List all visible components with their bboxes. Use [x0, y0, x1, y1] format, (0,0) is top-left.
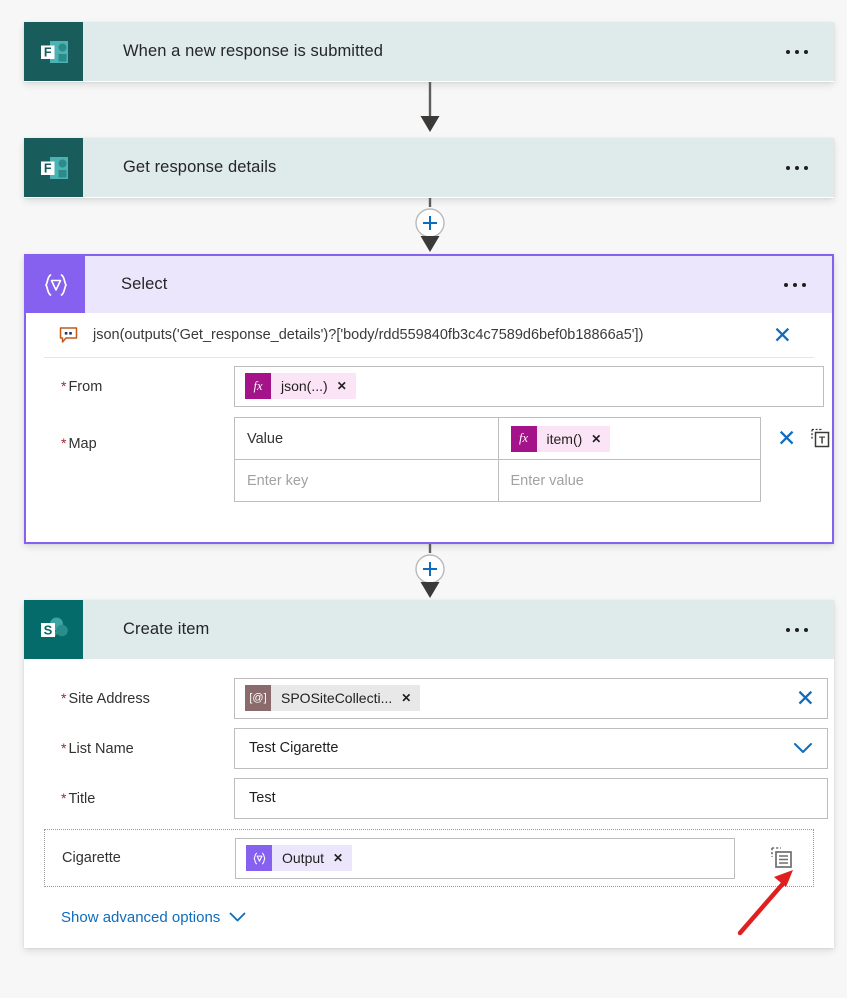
from-row: From fx json(...) ✕	[44, 358, 824, 414]
map-value-token-label: item()	[546, 430, 583, 447]
remove-site-address-token-button[interactable]: ✕	[401, 691, 411, 705]
flow-step-select[interactable]: Select json(outputs('Get_response_detail…	[24, 254, 834, 544]
connector-arrow-2	[415, 198, 445, 252]
switch-to-array-input-icon[interactable]	[769, 845, 795, 871]
map-label: Map	[44, 417, 234, 452]
cigarette-input[interactable]: Output ✕	[235, 837, 735, 879]
map-value-placeholder: Enter value	[510, 472, 584, 489]
select-output-icon	[246, 845, 272, 871]
cigarette-label: Cigarette	[62, 850, 121, 866]
microsoft-forms-icon: F	[24, 138, 83, 197]
map-key-cell[interactable]: Value	[235, 418, 498, 459]
map-key-placeholder: Enter key	[247, 472, 309, 489]
flow-step-get-response-details[interactable]: F Get response details	[24, 138, 834, 198]
map-key-cell-empty[interactable]: Enter key	[235, 460, 498, 501]
step-title: Get response details	[123, 158, 277, 176]
flow-step-trigger[interactable]: F When a new response is submitted	[24, 22, 834, 82]
create-item-card-body: Site Address [@] SPOSiteCollecti... ✕ ✕ …	[24, 659, 834, 927]
remove-map-value-token-button[interactable]: ✕	[591, 432, 601, 446]
list-name-dropdown[interactable]: Test Cigarette	[234, 727, 828, 769]
clear-map-row-button[interactable]: ✕	[777, 427, 796, 450]
card-header[interactable]: F Get response details	[24, 138, 834, 197]
show-advanced-options-button[interactable]: Show advanced options	[61, 909, 246, 926]
from-token-label: json(...)	[281, 378, 328, 394]
map-entry-row-empty[interactable]: Enter key Enter value	[235, 459, 760, 501]
map-row: Map Value fx item() ✕	[44, 414, 830, 505]
map-entry-row[interactable]: Value fx item() ✕	[235, 418, 760, 459]
flow-designer-canvas: F When a new response is submitted F Get…	[0, 0, 847, 998]
show-advanced-options-label: Show advanced options	[61, 909, 221, 926]
map-key-value: Value	[247, 430, 284, 447]
expression-comment-row[interactable]: json(outputs('Get_response_details')?['b…	[44, 313, 814, 358]
remove-from-token-button[interactable]: ✕	[337, 379, 347, 393]
flow-step-create-item[interactable]: S Create item Site Address [@] SPOSiteCo…	[24, 600, 834, 948]
svg-text:F: F	[43, 45, 51, 59]
site-address-input[interactable]: [@] SPOSiteCollecti... ✕ ✕	[234, 677, 828, 719]
list-name-value: Test Cigarette	[249, 740, 339, 756]
step-title: When a new response is submitted	[123, 42, 383, 60]
at-parameter-icon: [@]	[245, 685, 271, 711]
from-token[interactable]: fx json(...) ✕	[245, 373, 356, 399]
select-data-operation-icon	[26, 256, 85, 313]
comment-icon	[58, 325, 79, 346]
clear-expression-button[interactable]: ✕	[773, 323, 792, 347]
title-row: Title Test	[44, 773, 828, 823]
card-header[interactable]: S Create item	[24, 600, 834, 659]
card-header[interactable]: F When a new response is submitted	[24, 22, 834, 81]
from-input[interactable]: fx json(...) ✕	[234, 365, 824, 407]
switch-to-text-mode-icon[interactable]: T	[810, 427, 832, 449]
map-value-cell[interactable]: fx item() ✕	[497, 418, 761, 459]
show-advanced-options-row: Show advanced options	[44, 909, 814, 927]
chevron-down-icon	[229, 912, 246, 923]
clear-site-address-button[interactable]: ✕	[796, 686, 815, 710]
fx-icon: fx	[245, 373, 271, 399]
map-value-cell-empty[interactable]: Enter value	[497, 460, 761, 501]
svg-text:S: S	[43, 622, 52, 637]
more-commands-button[interactable]	[786, 165, 808, 170]
map-grid[interactable]: Value fx item() ✕ Enter key Enter value	[234, 417, 761, 502]
more-commands-button[interactable]	[784, 282, 806, 287]
select-card-body: json(outputs('Get_response_details')?['b…	[26, 313, 832, 505]
title-label: Title	[44, 790, 234, 807]
cigarette-token-label: Output	[282, 850, 325, 866]
site-address-token-label: SPOSiteCollecti...	[281, 690, 393, 706]
list-name-row: List Name Test Cigarette	[44, 723, 828, 773]
svg-text:F: F	[43, 161, 51, 175]
fx-icon: fx	[510, 425, 537, 452]
site-address-label: Site Address	[44, 690, 234, 707]
connector-arrow-3	[415, 544, 445, 598]
card-header[interactable]: Select	[26, 256, 832, 313]
remove-cigarette-token-button[interactable]: ✕	[333, 851, 343, 865]
step-title: Select	[121, 275, 168, 293]
step-title: Create item	[123, 620, 210, 638]
site-address-row: Site Address [@] SPOSiteCollecti... ✕ ✕	[44, 673, 828, 723]
chevron-down-icon[interactable]	[793, 742, 813, 755]
cigarette-output-token[interactable]: Output ✕	[246, 845, 353, 871]
from-label: From	[44, 378, 234, 395]
site-address-token[interactable]: [@] SPOSiteCollecti... ✕	[245, 685, 421, 711]
more-commands-button[interactable]	[786, 627, 808, 632]
list-name-label: List Name	[44, 740, 234, 757]
title-value: Test	[249, 790, 276, 806]
microsoft-forms-icon: F	[24, 22, 83, 81]
title-input[interactable]: Test	[234, 777, 828, 819]
connector-arrow-1	[420, 82, 440, 132]
more-commands-button[interactable]	[786, 49, 808, 54]
sharepoint-icon: S	[24, 600, 83, 659]
cigarette-row: Cigarette Output ✕	[44, 829, 814, 887]
expression-text: json(outputs('Get_response_details')?['b…	[93, 327, 644, 343]
map-value-token[interactable]: fx item() ✕	[510, 425, 611, 452]
svg-text:T: T	[819, 436, 825, 447]
